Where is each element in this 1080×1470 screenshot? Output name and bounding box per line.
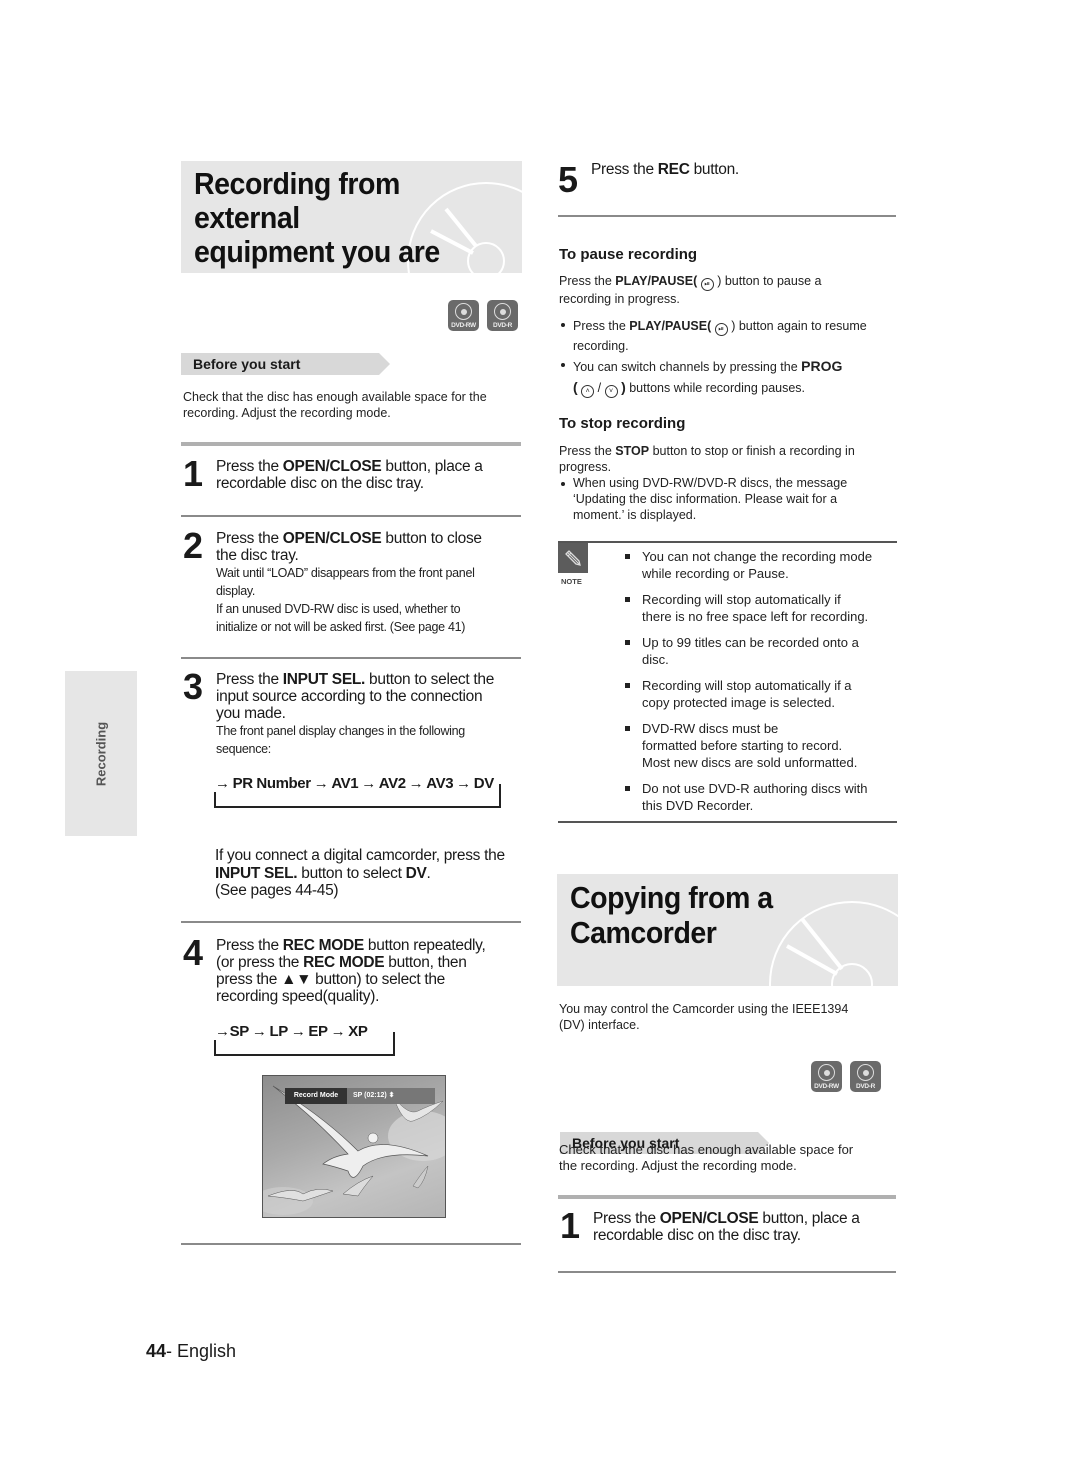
note-item: You can not change the recording mode whi… (622, 548, 902, 582)
divider (181, 921, 521, 923)
note-top-rule (558, 541, 897, 543)
list-item: When using DVD-RW/DVD-R discs, the messa… (559, 475, 904, 523)
sequence-item: XP (348, 1023, 368, 1040)
disc-watermark-icon (769, 901, 898, 986)
sequence-item: DV (473, 775, 494, 792)
stop-heading: To stop recording (559, 415, 686, 432)
title-line: Camcorder (570, 915, 717, 950)
copy-section-banner: Copying from a Camcorder (557, 874, 898, 986)
sequence-item: AV2 (378, 775, 406, 792)
sequence-item: SP (229, 1023, 250, 1040)
list-item: You can switch channels by pressing the … (559, 356, 904, 398)
osd-value: SP (02:12) ⬍ (347, 1088, 435, 1104)
sequence-item: EP (308, 1023, 328, 1040)
disc-badges: DVD-RW DVD-R (448, 300, 518, 331)
divider (558, 1271, 896, 1273)
step-number: 4 (183, 932, 203, 973)
note-list: You can not change the recording mode whi… (622, 548, 902, 823)
title-line: watching (194, 269, 496, 274)
step-number: 1 (560, 1205, 580, 1246)
title-line: Copying from a (570, 880, 773, 915)
step-2: 2 Press the OPEN/CLOSE button to close t… (183, 525, 482, 636)
title-line: Recording from external (194, 166, 400, 235)
divider (181, 657, 521, 659)
step-subtext: Wait until “LOAD” disappears from the fr… (216, 566, 475, 634)
chapter-side-tab: Recording (65, 671, 137, 836)
prog-up-icon: ˄ (581, 385, 595, 398)
step-number: 2 (183, 525, 203, 566)
up-down-arrows-icon: ▲▼ (281, 971, 312, 988)
note-icon (558, 543, 588, 573)
dvd-r-badge-icon: DVD-R (487, 300, 518, 331)
step-text: Press the OPEN/CLOSE button, place a rec… (593, 1210, 860, 1244)
dvd-rw-badge-icon: DVD-RW (448, 300, 479, 331)
osd-record-mode-bar: Record Mode SP (02:12) ⬍ (285, 1088, 435, 1104)
note-item: Up to 99 titles can be recorded onto a di… (622, 634, 902, 668)
copy-step-1: 1 Press the OPEN/CLOSE button, place a r… (560, 1205, 860, 1246)
play-pause-icon: ⏯ (714, 323, 728, 336)
chapter-label: Recording (93, 721, 109, 786)
sequence-item: PR Number (232, 775, 311, 792)
sequence-item: AV3 (426, 775, 454, 792)
input-sequence-diagram: → PR Number → AV1 → AV2 → AV3 → DV (212, 775, 501, 809)
step-text: Press the OPEN/CLOSE button to close the… (216, 530, 482, 634)
note-item: DVD-RW discs must be formatted before sta… (622, 720, 902, 771)
title-line: equipment you are (194, 234, 440, 269)
step-1: 1 Press the OPEN/CLOSE button, place a r… (183, 453, 483, 494)
divider (558, 215, 896, 217)
page-language: - English (166, 1341, 237, 1361)
note-bottom-rule (558, 821, 897, 823)
note-item: Do not use DVD-R authoring discs with thi… (622, 780, 902, 814)
step-text: Press the INPUT SEL. button to select th… (216, 671, 495, 756)
play-pause-icon: ⏯ (700, 278, 714, 291)
camcorder-note: If you connect a digital camcorder, pres… (215, 847, 505, 899)
step-subtext: The front panel display changes in the f… (216, 724, 465, 756)
step-number: 1 (183, 453, 203, 494)
page-title: Recording from external equipment you ar… (194, 166, 496, 274)
disc-badges: DVD-RW DVD-R (811, 1061, 881, 1092)
divider (181, 1243, 521, 1245)
sequence-item: LP (269, 1023, 288, 1040)
divider (181, 442, 521, 446)
sequence-item: AV1 (331, 775, 359, 792)
before-you-start-text: Check that the disc has enough available… (559, 1142, 854, 1173)
step-3: 3 Press the INPUT SEL. button to select … (183, 666, 495, 758)
copy-section-title: Copying from a Camcorder (570, 880, 773, 950)
section-title-banner: Recording from external equipment you ar… (181, 161, 522, 273)
tv-screen-illustration: Record Mode SP (02:12) ⬍ (262, 1075, 446, 1218)
step-number: 5 (558, 159, 578, 200)
step-4: 4 Press the REC MODE button repeatedly, … (183, 932, 486, 1006)
speed-sequence-diagram: →SP → LP → EP → XP (212, 1023, 395, 1057)
copy-intro: You may control the Camcorder using the … (559, 1002, 849, 1032)
osd-label: Record Mode (285, 1088, 347, 1104)
divider (181, 515, 521, 517)
before-you-start-tab: Before you start (181, 353, 390, 375)
note-item: Recording will stop automatically if ther… (622, 591, 902, 625)
page-number: 44 (146, 1341, 167, 1361)
pause-section: Press the PLAY/PAUSE( ⏯ ) button to paus… (559, 273, 904, 398)
note-item: Recording will stop automatically if a co… (622, 677, 902, 711)
page-footer: 44- English (146, 1341, 236, 1362)
list-item: Press the PLAY/PAUSE( ⏯ ) button again t… (559, 316, 904, 356)
step-text: Press the REC button. (591, 161, 739, 178)
dvd-rw-badge-icon: DVD-RW (811, 1061, 842, 1092)
step-number: 3 (183, 666, 203, 707)
stop-section: Press the STOP button to stop or finish … (559, 443, 904, 523)
before-you-start-label: Before you start (193, 356, 301, 372)
step-text: Press the OPEN/CLOSE button, place a rec… (216, 458, 483, 492)
prog-down-icon: ˅ (604, 385, 618, 398)
dvd-r-badge-icon: DVD-R (850, 1061, 881, 1092)
pencil-icon (565, 550, 581, 566)
pause-heading: To pause recording (559, 246, 698, 263)
step-5: 5 Press the REC button. (558, 160, 739, 200)
divider (558, 1195, 896, 1199)
note-label: NOTE (561, 577, 582, 586)
before-you-start-text: Check that the disc has enough available… (183, 390, 487, 420)
step-text: Press the REC MODE button repeatedly, (o… (216, 937, 486, 1005)
